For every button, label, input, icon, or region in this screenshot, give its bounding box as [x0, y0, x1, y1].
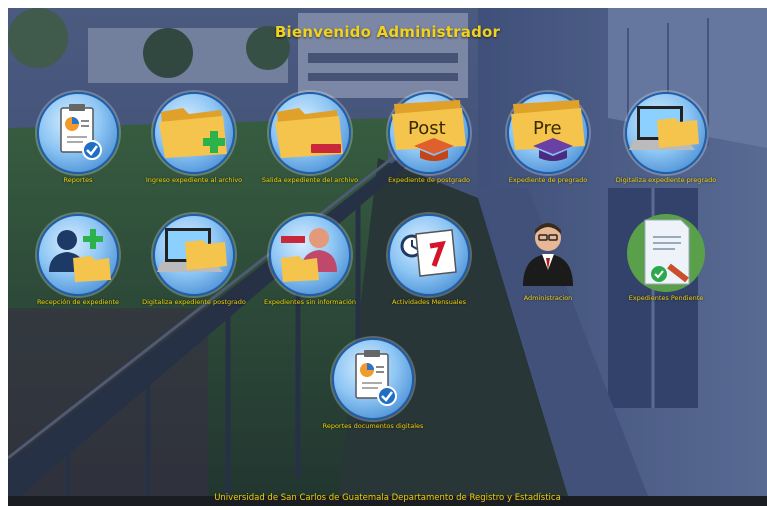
tile-label: Actividades Mensuales	[391, 298, 466, 306]
report-chart-icon	[60, 104, 102, 160]
svg-text:Pre: Pre	[533, 118, 562, 139]
tile-ingreso-expediente[interactable]: Ingreso expediente al archivo	[139, 92, 249, 184]
folder-pre-icon: Pre	[511, 100, 585, 161]
tile-label: Recepción de expediente	[36, 298, 120, 306]
tile-label: Reportes documentos digitales	[322, 422, 424, 430]
laptop-folder-icon	[157, 228, 227, 272]
tile-label: Expediente de postgrado	[388, 176, 470, 184]
tile-label: Ingreso expediente al archivo	[145, 176, 243, 184]
tile-reportes[interactable]: Reportes	[23, 92, 133, 184]
tile-expedientes-sin-informacion[interactable]: Expedientes sin información	[255, 214, 365, 306]
tile-digitaliza-pregrado[interactable]: Digitaliza expediente pregrado	[611, 92, 721, 184]
user-folder-remove-icon	[281, 228, 337, 282]
folder-add-icon	[159, 108, 227, 158]
svg-text:Post: Post	[408, 118, 446, 139]
tile-label: Digitaliza expediente postgrado	[142, 298, 246, 306]
tile-label: Digitaliza expediente pregrado	[615, 176, 717, 184]
tile-label: Administracion	[523, 294, 573, 302]
tile-recepcion-expediente[interactable]: Recepción de expediente	[23, 214, 133, 306]
page-frame: Bienvenido Administrador Reportes Ingres…	[8, 8, 767, 506]
tile-label: Reportes	[63, 176, 93, 184]
user-folder-add-icon	[49, 229, 111, 282]
folder-post-icon: Post	[392, 100, 466, 161]
tile-expediente-pregrado[interactable]: Pre Expediente de pregrado	[493, 92, 603, 184]
tile-label: Expedientes sin información	[263, 298, 357, 306]
footer-text: Universidad de San Carlos de Guatemala D…	[214, 493, 561, 503]
folder-remove-icon	[275, 108, 343, 158]
tile-actividades-mensuales[interactable]: Actividades Mensuales	[374, 214, 484, 306]
tile-label: Salida expediente del archivo	[261, 176, 359, 184]
tile-salida-expediente[interactable]: Salida expediente del archivo	[255, 92, 365, 184]
tile-expediente-postgrado[interactable]: Post Expediente de postgrado	[374, 92, 484, 184]
laptop-folder-icon	[629, 106, 699, 150]
footer: Universidad de San Carlos de Guatemala D…	[8, 493, 767, 506]
tile-label: Expedientes Pendiente	[628, 294, 704, 302]
tile-expedientes-pendiente[interactable]: Expedientes Pendiente	[611, 214, 721, 302]
report-chart-icon	[355, 350, 397, 406]
tile-reportes-documentos-digitales[interactable]: Reportes documentos digitales	[318, 338, 428, 430]
tile-label: Expediente de pregrado	[508, 176, 588, 184]
tile-digitaliza-postgrado[interactable]: Digitaliza expediente postgrado	[139, 214, 249, 306]
tile-administracion[interactable]: Administracion	[493, 214, 603, 302]
document-pending-icon	[644, 219, 690, 285]
admin-user-icon	[523, 223, 573, 286]
page-title: Bienvenido Administrador	[274, 23, 501, 41]
calendar-clock-icon	[400, 229, 457, 277]
